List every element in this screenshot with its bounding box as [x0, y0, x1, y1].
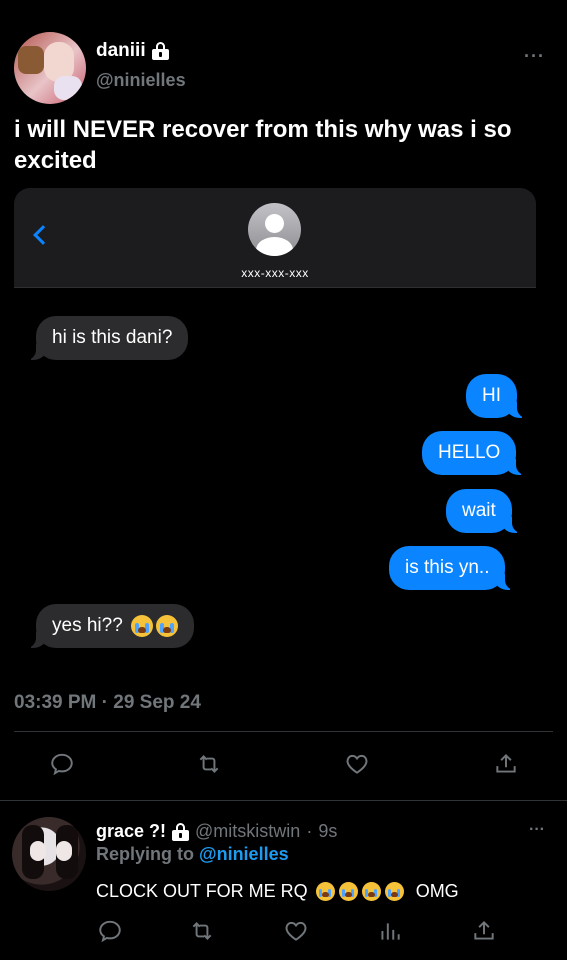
reply-author-avatar[interactable] — [12, 817, 86, 891]
reply-header: grace ?! @mitskistwin · 9s — [96, 821, 337, 842]
replying-to-handle[interactable]: @ninielles — [199, 844, 289, 864]
crying-emoji-icon — [315, 882, 335, 901]
message-text: HI — [482, 385, 501, 406]
like-icon[interactable] — [343, 750, 371, 778]
more-options-icon[interactable]: ··· — [529, 821, 545, 839]
more-options-icon[interactable]: ··· — [524, 46, 545, 67]
message-bubble-incoming: yes hi?? — [25, 604, 195, 648]
reply-display-name[interactable]: grace ?! — [96, 821, 166, 842]
reply-text-suffix: OMG — [415, 881, 459, 901]
share-icon[interactable] — [492, 750, 520, 778]
crying-emoji-icon — [361, 882, 381, 901]
reply-icon[interactable] — [96, 917, 124, 945]
author-name-text[interactable]: daniii — [96, 40, 146, 62]
lock-icon — [172, 822, 190, 841]
reply-action-bar — [0, 917, 567, 957]
tweet-action-bar — [0, 750, 567, 790]
reply-text-main: CLOCK OUT FOR ME RQ — [96, 881, 308, 901]
crying-emoji-icon — [384, 882, 404, 901]
reply-time[interactable]: 9s — [318, 821, 337, 842]
views-icon[interactable] — [376, 917, 404, 945]
crying-emoji-icon — [131, 614, 154, 637]
replying-prefix: Replying to — [96, 844, 194, 864]
message-bubble-outgoing: HELLO — [422, 431, 527, 475]
separator-dot: · — [306, 821, 313, 841]
like-icon[interactable] — [282, 917, 310, 945]
author-handle[interactable]: @ninielles — [96, 70, 186, 91]
share-icon[interactable] — [470, 917, 498, 945]
reply-handle[interactable]: @mitskistwin — [195, 821, 300, 842]
retweet-icon[interactable] — [188, 917, 216, 945]
message-bubble-outgoing: HI — [466, 374, 527, 418]
imessage-header: xxx-xxx-xxx — [14, 188, 536, 288]
reply-tweet[interactable]: grace ?! @mitskistwin · 9s ··· Replying … — [0, 800, 567, 960]
message-bubble-incoming: hi is this dani? — [25, 316, 189, 360]
retweet-icon[interactable] — [195, 750, 223, 778]
tweet-text: i will NEVER recover from this why was i… — [14, 116, 512, 174]
contact-number: xxx-xxx-xxx — [241, 266, 309, 280]
message-bubble-outgoing: wait — [446, 489, 522, 533]
divider — [14, 731, 553, 732]
tweet-media-screenshot[interactable]: xxx-xxx-xxx hi is this dani? HI HELLO wa… — [14, 188, 536, 668]
message-text: HELLO — [438, 442, 501, 463]
author-display-name[interactable]: daniii — [96, 40, 169, 62]
contact-avatar — [248, 203, 301, 256]
main-tweet: daniii @ninielles ··· i will NEVER recov… — [0, 0, 567, 798]
back-chevron-icon — [33, 225, 53, 245]
reply-text: CLOCK OUT FOR ME RQ OMG — [96, 881, 459, 902]
message-text: wait — [462, 500, 496, 521]
replying-to-line: Replying to @ninielles — [96, 844, 289, 865]
reply-icon[interactable] — [48, 750, 76, 778]
tweet-timestamp[interactable]: 03:39 PM · 29 Sep 24 — [14, 692, 201, 714]
crying-emoji-icon — [338, 882, 358, 901]
lock-icon — [151, 42, 169, 60]
crying-emoji-icon — [156, 614, 179, 637]
message-bubble-outgoing: is this yn.. — [389, 546, 517, 590]
message-text: is this yn.. — [405, 557, 490, 578]
message-text: hi is this dani? — [52, 327, 173, 348]
author-avatar[interactable] — [14, 32, 86, 104]
message-text: yes hi?? — [52, 615, 123, 636]
